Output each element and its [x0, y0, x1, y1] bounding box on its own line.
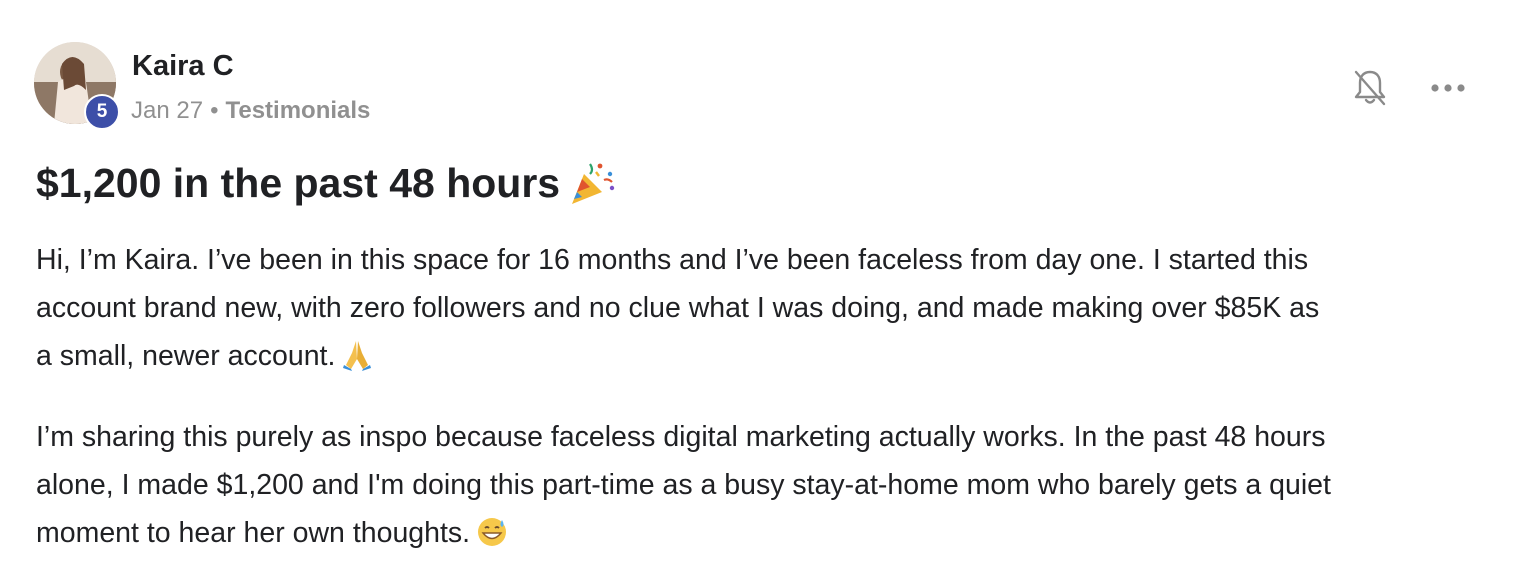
- paragraph-line: alone, I made $1,200 and I'm doing this …: [36, 469, 1331, 501]
- paragraph-line: a small, newer account.: [36, 332, 1506, 386]
- author-name[interactable]: Kaira C: [132, 50, 234, 83]
- more-horizontal-icon: [1431, 84, 1465, 92]
- grinning-sweat-icon: [476, 515, 508, 563]
- meta-separator: •: [210, 97, 219, 124]
- post-category[interactable]: Testimonials: [225, 97, 370, 125]
- paragraph-line: I’m sharing this purely as inspo because…: [36, 421, 1326, 453]
- paragraph-line-text: a small, newer account.: [36, 340, 336, 372]
- post-card: 5 Kaira C Jan 27 • Testimonials $1,200 i…: [0, 0, 1528, 566]
- paragraph-line-text: moment to hear her own thoughts.: [36, 517, 471, 549]
- bell-off-icon: [1354, 70, 1386, 106]
- folded-hands-icon: [341, 338, 373, 386]
- post-paragraph: Hi, I’m Kaira. I’ve been in this space f…: [36, 236, 1506, 386]
- post-paragraph: I’m sharing this purely as inspo because…: [36, 413, 1506, 563]
- post-meta: Jan 27 • Testimonials: [131, 97, 370, 125]
- paragraph-line: account brand new, with zero followers a…: [36, 292, 1320, 324]
- post-date[interactable]: Jan 27: [131, 97, 203, 125]
- post-title-text: $1,200 in the past 48 hours: [36, 159, 561, 206]
- more-options-button[interactable]: [1426, 72, 1470, 104]
- post-title: $1,200 in the past 48 hours: [36, 158, 618, 208]
- paragraph-line: moment to hear her own thoughts.: [36, 509, 1506, 563]
- author-avatar[interactable]: 5: [34, 42, 120, 130]
- level-badge: 5: [84, 94, 120, 130]
- paragraph-line: Hi, I’m Kaira. I’ve been in this space f…: [36, 244, 1309, 276]
- notifications-toggle-button[interactable]: [1348, 66, 1392, 110]
- party-popper-icon: [568, 158, 618, 208]
